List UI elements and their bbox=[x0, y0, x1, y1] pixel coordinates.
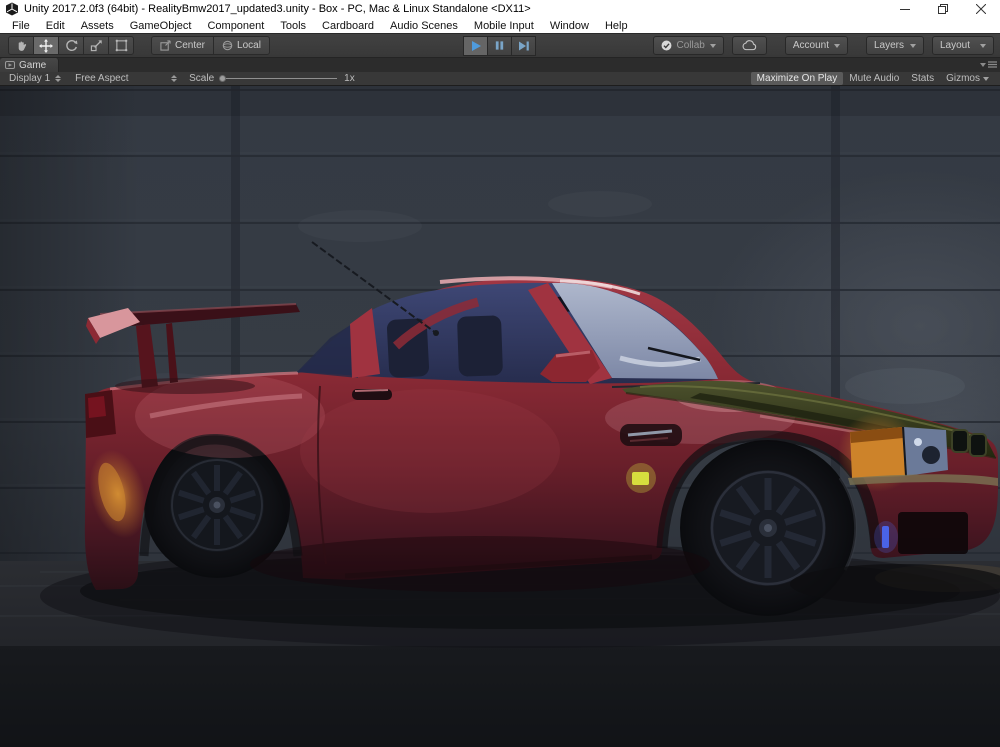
pivot-local-button[interactable]: Local bbox=[213, 36, 270, 55]
menu-gameobject[interactable]: GameObject bbox=[122, 20, 200, 32]
play-button[interactable] bbox=[463, 35, 488, 56]
chevron-down-icon bbox=[980, 43, 986, 48]
layers-label: Layers bbox=[874, 40, 905, 51]
panel-menu-icon bbox=[988, 61, 997, 68]
aspect-selector-label: Free Aspect bbox=[75, 73, 129, 84]
tab-game[interactable]: Game bbox=[0, 58, 60, 72]
pivot-local-icon bbox=[222, 40, 233, 51]
transform-tools bbox=[8, 36, 134, 55]
tab-game-label: Game bbox=[19, 59, 47, 71]
scale-value: 1x bbox=[344, 73, 355, 84]
pivot-center-icon bbox=[160, 40, 171, 51]
scale-slider[interactable] bbox=[219, 75, 338, 82]
step-button[interactable] bbox=[511, 35, 536, 56]
menu-help[interactable]: Help bbox=[597, 20, 636, 32]
menu-mobile-input[interactable]: Mobile Input bbox=[466, 20, 542, 32]
rect-tool-button[interactable] bbox=[108, 36, 134, 55]
scale-tool-icon bbox=[90, 40, 102, 52]
chevron-down-icon bbox=[709, 43, 716, 48]
menu-file[interactable]: File bbox=[4, 20, 38, 32]
menu-assets[interactable]: Assets bbox=[73, 20, 122, 32]
pivot-local-label: Local bbox=[237, 40, 261, 51]
display-selector-label: Display 1 bbox=[9, 73, 51, 84]
close-button[interactable] bbox=[962, 0, 1000, 18]
scale-slider-track[interactable] bbox=[219, 75, 338, 82]
minimize-icon bbox=[900, 9, 910, 10]
chevron-down-icon bbox=[980, 62, 986, 67]
layers-dropdown[interactable]: Layers bbox=[866, 36, 924, 55]
move-tool-button[interactable] bbox=[33, 36, 59, 55]
unity-logo-icon bbox=[6, 2, 18, 16]
account-label: Account bbox=[792, 40, 829, 51]
pivot-center-label: Center bbox=[175, 40, 206, 51]
menu-cardboard[interactable]: Cardboard bbox=[314, 20, 382, 32]
chevron-down-icon bbox=[910, 43, 916, 48]
chevron-down-icon bbox=[834, 43, 840, 48]
scale-tool-button[interactable] bbox=[83, 36, 109, 55]
minimize-button[interactable] bbox=[886, 0, 924, 18]
menu-component[interactable]: Component bbox=[199, 20, 272, 32]
stats-toggle[interactable]: Stats bbox=[905, 72, 940, 85]
play-icon bbox=[471, 40, 481, 51]
step-icon bbox=[518, 41, 529, 50]
aspect-selector[interactable]: Free Aspect bbox=[71, 73, 181, 84]
game-view-icon bbox=[5, 60, 15, 69]
rotate-tool-button[interactable] bbox=[58, 36, 84, 55]
cloud-icon bbox=[742, 40, 757, 51]
layout-dropdown[interactable]: Layout bbox=[932, 36, 994, 55]
hand-tool-icon bbox=[18, 41, 26, 51]
menu-audio-scenes[interactable]: Audio Scenes bbox=[382, 20, 466, 32]
account-dropdown[interactable]: Account bbox=[784, 36, 848, 55]
menu-tools[interactable]: Tools bbox=[272, 20, 314, 32]
rect-tool-icon bbox=[115, 39, 127, 52]
move-tool-icon bbox=[39, 38, 53, 53]
window-title-bar: Unity 2017.2.0f3 (64bit) - RealityBmw201… bbox=[0, 0, 1000, 18]
cloud-button[interactable] bbox=[731, 36, 767, 55]
rotate-tool-icon bbox=[65, 40, 77, 51]
menu-window[interactable]: Window bbox=[542, 20, 597, 32]
display-selector[interactable]: Display 1 bbox=[5, 73, 65, 84]
scale-label: Scale bbox=[189, 73, 215, 84]
panel-menu-button[interactable] bbox=[980, 60, 997, 69]
chevron-down-icon bbox=[983, 76, 989, 81]
gizmos-label: Gizmos bbox=[946, 73, 980, 84]
collab-dropdown[interactable]: Collab bbox=[652, 36, 724, 55]
selector-updown-icon bbox=[55, 75, 62, 82]
window-title: Unity 2017.2.0f3 (64bit) - RealityBmw201… bbox=[24, 3, 531, 15]
panel-tab-bar: Game bbox=[0, 58, 1000, 72]
close-icon bbox=[976, 4, 986, 14]
pause-button[interactable] bbox=[487, 35, 512, 56]
play-controls bbox=[463, 35, 536, 56]
game-view-controls: Display 1 Free Aspect Scale 1x Maximize … bbox=[0, 72, 1000, 86]
game-scene bbox=[0, 86, 1000, 747]
layout-label: Layout bbox=[940, 40, 971, 51]
pause-icon bbox=[495, 41, 504, 50]
pivot-toggle-group: Center Local bbox=[151, 36, 270, 55]
menu-edit[interactable]: Edit bbox=[38, 20, 73, 32]
game-view-toggles: Maximize On Play Mute Audio Stats Gizmos bbox=[750, 72, 995, 85]
hand-tool-button[interactable] bbox=[8, 36, 34, 55]
menu-bar: File Edit Assets GameObject Component To… bbox=[0, 18, 1000, 33]
unity-toolbar: Center Local Collab Account Layers Layou… bbox=[0, 33, 1000, 58]
restore-button[interactable] bbox=[924, 0, 962, 18]
selector-updown-icon bbox=[171, 75, 178, 82]
collab-label: Collab bbox=[676, 40, 705, 51]
scale-slider-knob[interactable] bbox=[219, 75, 227, 82]
restore-icon bbox=[938, 4, 948, 14]
game-viewport[interactable] bbox=[0, 86, 1000, 747]
mute-audio-toggle[interactable]: Mute Audio bbox=[843, 72, 905, 85]
collab-check-icon bbox=[661, 40, 671, 51]
pivot-center-button[interactable]: Center bbox=[151, 36, 215, 55]
maximize-on-play-toggle[interactable]: Maximize On Play bbox=[750, 72, 844, 85]
scale-control: Scale 1x bbox=[185, 73, 359, 84]
gizmos-dropdown[interactable]: Gizmos bbox=[940, 72, 995, 85]
toolbar-right-cluster: Collab Account Layers Layout bbox=[652, 36, 1000, 55]
